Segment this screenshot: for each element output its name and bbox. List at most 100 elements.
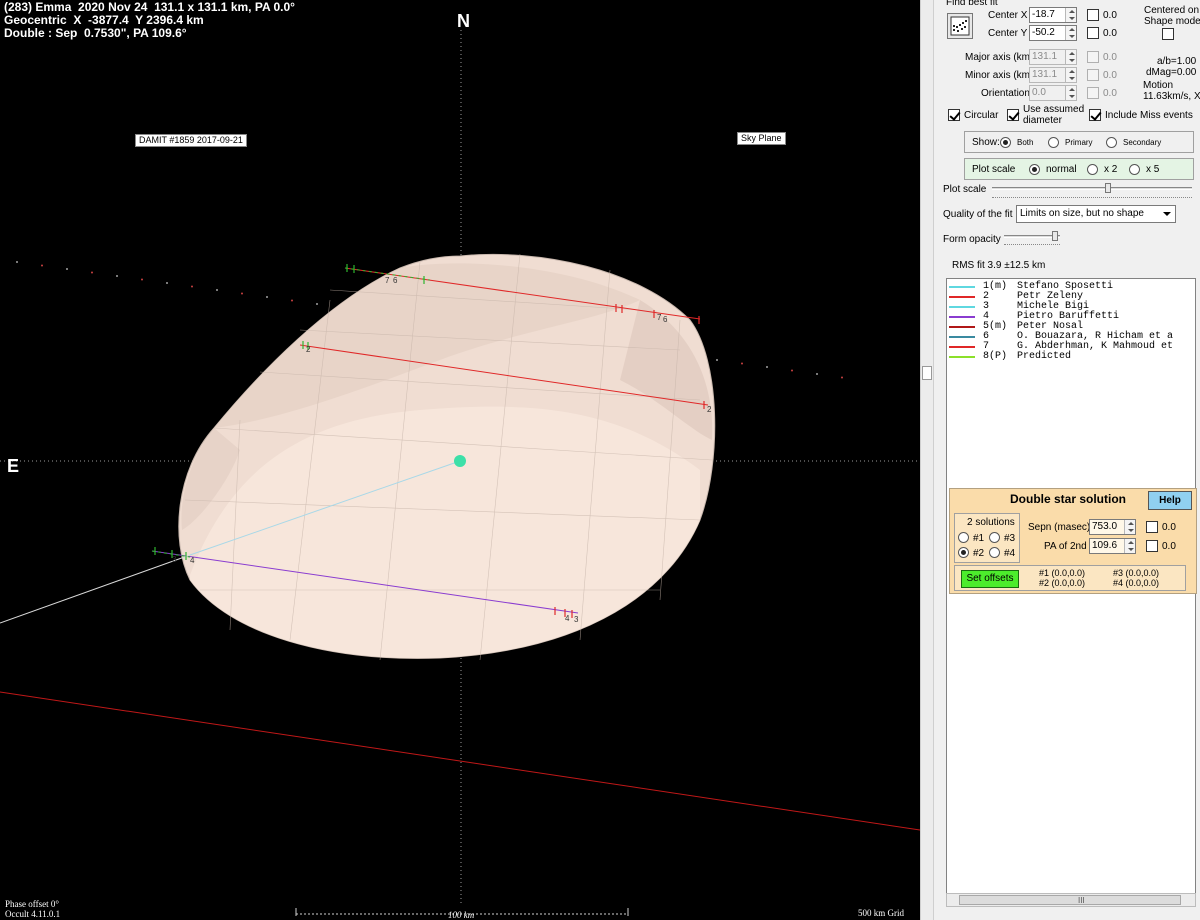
set-offsets-button[interactable]: Set offsets <box>961 570 1019 588</box>
track-dot <box>741 362 743 365</box>
motion-value: 11.63km/s, X <box>1143 91 1200 102</box>
scale-x5-label: x 5 <box>1146 164 1160 175</box>
center-x-label: Center X <box>988 10 1028 21</box>
pa-label: PA of 2nd <box>1044 541 1087 552</box>
observer-color-swatch <box>949 346 975 348</box>
plot-scale-group: Plot scale normal x 2 x 5 <box>964 158 1194 180</box>
solution-3-radio[interactable] <box>989 532 1000 543</box>
motion-label: Motion <box>1143 80 1174 91</box>
center-y-step-checkbox[interactable] <box>1087 27 1099 39</box>
show-secondary-radio[interactable] <box>1106 137 1117 148</box>
form-opacity-slider-thumb[interactable] <box>1051 231 1058 241</box>
show-primary-radio[interactable] <box>1048 137 1059 148</box>
solution-1-radio[interactable] <box>958 532 969 543</box>
sepn-step: 0.0 <box>1162 522 1176 533</box>
pa-step: 0.0 <box>1162 541 1176 552</box>
scale-x2-radio[interactable] <box>1087 164 1098 175</box>
grid-label: 500 km Grid <box>858 908 904 918</box>
find-best-fit-button[interactable] <box>947 13 973 39</box>
use-assumed-checkbox[interactable] <box>1007 109 1019 121</box>
offset-2: #2 (0.0,0.0) <box>1039 578 1086 588</box>
double-star-title: Double star solution <box>1010 492 1127 506</box>
scale-normal-radio[interactable] <box>1029 164 1040 175</box>
chord-label: 6 <box>393 276 398 285</box>
phase-offset: Phase offset 0° <box>5 899 59 909</box>
north-label: N <box>457 11 470 31</box>
track-dot <box>191 285 193 288</box>
pa-input[interactable]: 109.6 <box>1089 538 1136 554</box>
orientation-step-checkbox[interactable] <box>1087 87 1099 99</box>
scale-x5-radio[interactable] <box>1129 164 1140 175</box>
center-y-label: Center Y <box>988 28 1028 39</box>
observer-color-swatch <box>949 306 975 308</box>
rms-fit: RMS fit 3.9 ±12.5 km <box>952 260 1046 271</box>
chord-label: 6 <box>663 315 668 324</box>
orientation-step: 0.0 <box>1103 88 1117 99</box>
track-dot <box>116 275 118 277</box>
chord-label: 7 <box>385 276 390 285</box>
centered-on-shape-checkbox[interactable] <box>1162 28 1174 40</box>
pa-step-checkbox[interactable] <box>1146 540 1158 552</box>
chord-label: 3 <box>574 615 579 624</box>
include-miss-checkbox[interactable] <box>1089 109 1101 121</box>
chord-3-gray <box>0 554 191 624</box>
use-assumed-label-2: diameter <box>1023 115 1062 126</box>
scale-label: 100 km <box>448 910 475 920</box>
show-label: Show: <box>972 137 1000 148</box>
track-dot <box>241 292 243 295</box>
track-dot <box>766 366 768 368</box>
scrollbar-thumb[interactable]: III <box>959 895 1181 905</box>
center-x-step-checkbox[interactable] <box>1087 9 1099 21</box>
centered-on-label: Centered on <box>1144 5 1200 16</box>
circular-checkbox[interactable] <box>948 109 960 121</box>
plot-scrollbar[interactable] <box>920 0 934 920</box>
plot-scale-slider-track[interactable] <box>992 187 1192 190</box>
solution-3-label: #3 <box>1004 533 1016 544</box>
scrollbar-thumb[interactable] <box>922 366 932 380</box>
major-axis-label: Major axis (km) <box>965 52 1034 63</box>
show-both-radio[interactable] <box>1000 137 1011 148</box>
solution-2-radio[interactable] <box>958 547 969 558</box>
right-panel: Find best fit Center X -18.7 0.0 Center … <box>934 0 1200 920</box>
chord-label: 4 <box>565 614 570 623</box>
observer-number: 8(P) <box>983 351 1008 362</box>
track-dot <box>66 268 68 270</box>
asteroid-shape-model <box>178 253 716 661</box>
minor-axis-input[interactable]: 131.1 <box>1029 67 1077 83</box>
track-dot <box>216 289 218 291</box>
minor-axis-step-checkbox[interactable] <box>1087 69 1099 81</box>
major-axis-input[interactable]: 131.1 <box>1029 49 1077 65</box>
observer-color-swatch <box>949 326 975 328</box>
predicted-limit-line <box>0 691 920 831</box>
center-y-input[interactable]: -50.2 <box>1029 25 1077 41</box>
model-tag: DAMIT #1859 2017-09-21 <box>135 134 247 147</box>
observer-name: Predicted <box>1017 351 1072 362</box>
help-button[interactable]: Help <box>1148 491 1192 510</box>
plane-tag: Sky Plane <box>737 132 786 145</box>
sepn-input[interactable]: 753.0 <box>1089 519 1136 535</box>
offset-4: #4 (0.0,0.0) <box>1113 578 1160 588</box>
scale-x2-label: x 2 <box>1104 164 1118 175</box>
form-opacity-label: Form opacity <box>943 234 1001 245</box>
header-line-3: Double : Sep 0.7530", PA 109.6° <box>4 26 187 40</box>
plot-scale-slider-ticks <box>992 197 1192 200</box>
chord-label: 2 <box>707 405 712 414</box>
plot-area[interactable]: 7676223443 (283) Emma 2020 Nov 24 131.1 … <box>0 0 920 920</box>
track-dot <box>316 303 318 305</box>
quality-dropdown[interactable]: Limits on size, but no shape <box>1016 205 1176 223</box>
orientation-input[interactable]: 0.0 <box>1029 85 1077 101</box>
track-dot <box>41 264 43 267</box>
major-axis-step-checkbox[interactable] <box>1087 51 1099 63</box>
solution-2-label: #2 <box>973 548 985 559</box>
plot-scale-slider-thumb[interactable] <box>1104 183 1111 193</box>
legend-horizontal-scrollbar[interactable]: III <box>946 893 1196 907</box>
fit-center-point <box>454 455 466 467</box>
quality-label: Quality of the fit <box>943 209 1013 220</box>
track-dot <box>291 299 293 302</box>
center-x-input[interactable]: -18.7 <box>1029 7 1077 23</box>
solution-4-radio[interactable] <box>989 547 1000 558</box>
find-best-fit-label: Find best fit <box>946 0 998 8</box>
sepn-step-checkbox[interactable] <box>1146 521 1158 533</box>
solutions-label: 2 solutions <box>967 517 1015 528</box>
orientation-label: Orientation <box>981 88 1030 99</box>
